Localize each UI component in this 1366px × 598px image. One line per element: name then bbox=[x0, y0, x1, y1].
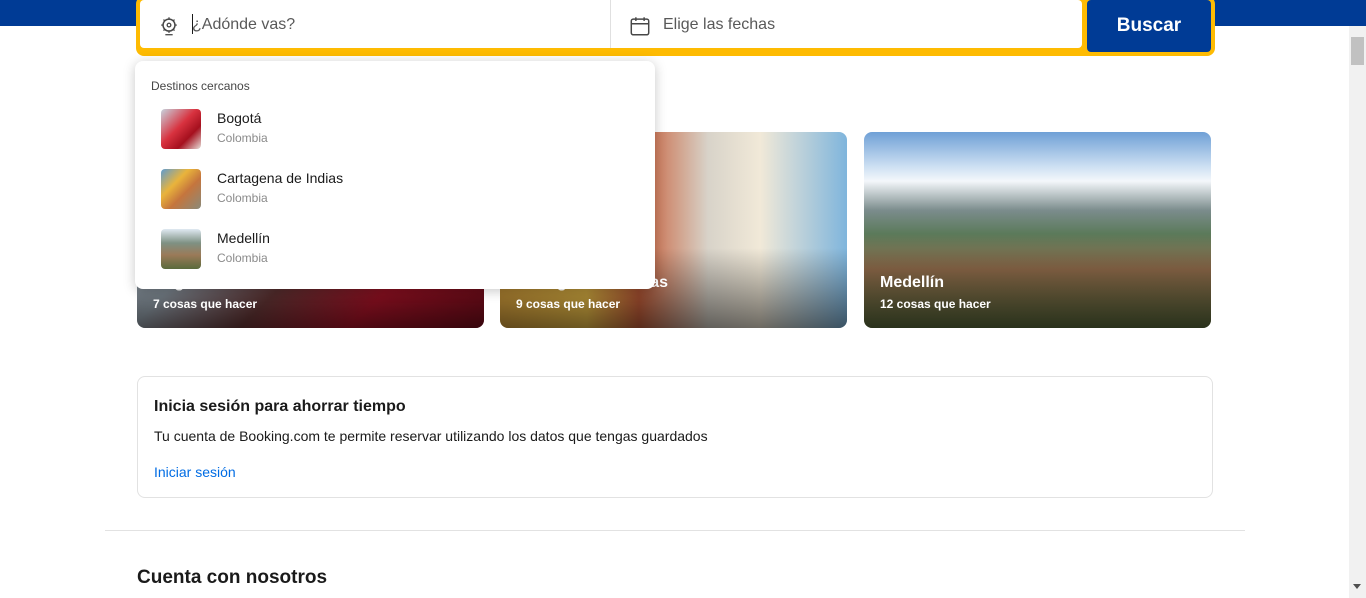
card-count: 12 cosas que hacer bbox=[880, 297, 991, 311]
page-scrollbar[interactable] bbox=[1349, 26, 1366, 598]
destination-input[interactable]: ¿Adónde vas? bbox=[192, 16, 295, 34]
dates-label[interactable]: Elige las fechas bbox=[663, 16, 775, 34]
suggestion-item-cartagena[interactable]: Cartagena de Indias Colombia bbox=[135, 167, 655, 223]
suggestion-country: Colombia bbox=[217, 251, 268, 265]
destination-field[interactable]: ¿Adónde vas? bbox=[140, 0, 610, 48]
card-name: Medellín bbox=[880, 274, 945, 291]
section-divider bbox=[105, 530, 1245, 531]
suggestion-name: Medellín bbox=[217, 230, 270, 246]
signin-title: Inicia sesión para ahorrar tiempo bbox=[154, 398, 406, 415]
suggestion-country: Colombia bbox=[217, 131, 268, 145]
suggestions-title: Destinos cercanos bbox=[151, 79, 250, 93]
signin-description: Tu cuenta de Booking.com te permite rese… bbox=[154, 428, 708, 444]
section-title: Cuenta con nosotros bbox=[137, 567, 328, 588]
suggestion-thumbnail bbox=[161, 169, 201, 209]
card-count: 9 cosas que hacer bbox=[516, 297, 621, 311]
signin-banner: Inicia sesión para ahorrar tiempo Tu cue… bbox=[137, 376, 1213, 498]
suggestion-item-bogota[interactable]: Bogotá Colombia bbox=[135, 107, 655, 163]
destination-card-medellin[interactable]: Medellín 12 cosas que hacer bbox=[864, 132, 1211, 328]
suggestion-thumbnail bbox=[161, 109, 201, 149]
scroll-down-icon[interactable] bbox=[1353, 584, 1361, 589]
signin-link[interactable]: Iniciar sesión bbox=[154, 464, 236, 480]
calendar-icon bbox=[630, 17, 650, 36]
search-bar: ¿Adónde vas? Elige las fechas Buscar bbox=[136, 0, 1215, 56]
card-count: 7 cosas que hacer bbox=[153, 297, 258, 311]
scrollbar-thumb[interactable] bbox=[1351, 37, 1364, 65]
suggestion-thumbnail bbox=[161, 229, 201, 269]
attraction-icon bbox=[161, 17, 177, 36]
suggestion-name: Bogotá bbox=[217, 110, 262, 126]
destination-suggestions: Destinos cercanos Bogotá Colombia Cartag… bbox=[135, 61, 655, 289]
search-button[interactable]: Buscar bbox=[1087, 0, 1211, 52]
suggestion-country: Colombia bbox=[217, 191, 268, 205]
suggestion-name: Cartagena de Indias bbox=[217, 170, 344, 186]
dates-field[interactable]: Elige las fechas bbox=[611, 0, 1082, 48]
suggestion-item-medellin[interactable]: Medellín Colombia bbox=[135, 227, 655, 283]
